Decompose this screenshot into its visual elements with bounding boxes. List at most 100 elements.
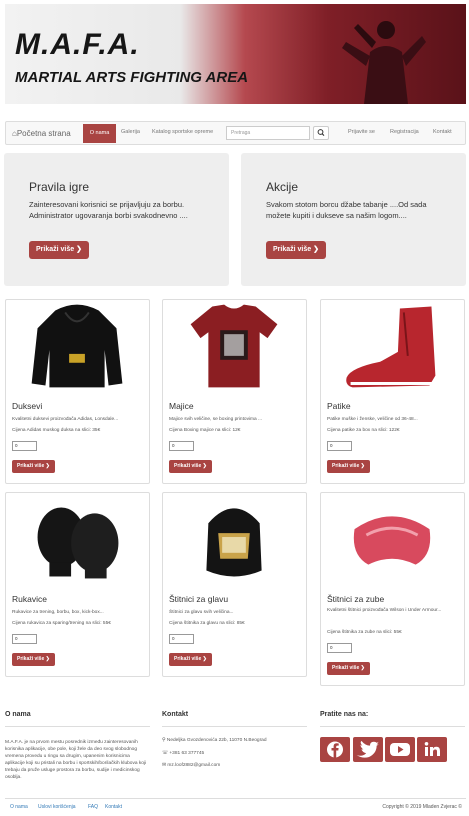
nav-item-about[interactable]: O nama <box>83 124 116 143</box>
fighter-image <box>342 21 426 104</box>
twitter-icon <box>356 740 379 758</box>
product-more-label: Prikaži više <box>332 665 360 671</box>
gloves-image <box>37 507 119 579</box>
linkedin-button[interactable] <box>417 737 447 762</box>
chevron-right-icon: ❯ <box>45 656 50 662</box>
product-desc: Kvalitetni duksevi proizvođača Adidas, L… <box>12 417 119 422</box>
product-more-button[interactable]: Prikaži više ❯ <box>12 653 55 666</box>
banner-subtitle: MARTIAL ARTS FIGHTING AREA <box>15 69 249 86</box>
nav-item-gallery[interactable]: Galerija <box>121 129 140 135</box>
product-more-label: Prikaži više <box>17 463 45 469</box>
product-more-button[interactable]: Prikaži više ❯ <box>169 653 212 666</box>
product-card-hoodies: Duksevi Kvalitetni duksevi proizvođača A… <box>5 299 150 484</box>
promo-panel: Akcije Svakom stotom borcu džabe tabanje… <box>241 153 466 286</box>
product-desc: Štitnici za glavu svih veličina... <box>169 610 234 615</box>
nav-item-contact[interactable]: Kontakt <box>433 129 452 135</box>
quantity-input[interactable]: 0 <box>327 441 352 451</box>
quantity-input[interactable]: 0 <box>12 634 37 644</box>
rules-title: Pravila igre <box>29 180 90 194</box>
promo-more-button[interactable]: Prikaži više ❯ <box>266 241 326 259</box>
product-card-mouthguard: Štitnici za zube Kvalitetni štitnici pro… <box>320 492 465 686</box>
youtube-button[interactable] <box>385 737 415 762</box>
nav-item-login[interactable]: Prijavite se <box>348 129 375 135</box>
nav-home-link[interactable]: ⌂Početna strana <box>12 129 71 138</box>
chevron-right-icon: ❯ <box>360 463 365 469</box>
divider <box>162 726 307 727</box>
product-price: Cijena Adidas muskog duksa na slici: 35€ <box>12 428 101 433</box>
hoodie-image <box>31 304 123 388</box>
product-title: Štitnici za zube <box>327 594 385 604</box>
quantity-input[interactable]: 0 <box>327 643 352 653</box>
twitter-button[interactable] <box>353 737 383 762</box>
chevron-right-icon: ❯ <box>202 463 207 469</box>
map-marker-icon: ⚲ <box>162 738 166 743</box>
bottom-link-terms[interactable]: Uslovi korišćenja <box>38 804 76 810</box>
product-more-button[interactable]: Prikaži više ❯ <box>327 662 370 675</box>
rules-text: Zainteresovani korisnici se prijavljuju … <box>29 200 188 220</box>
product-price: Cijena štitnika za zube na slici: 55€ <box>327 630 402 635</box>
product-more-label: Prikaži više <box>174 656 202 662</box>
product-more-button[interactable]: Prikaži više ❯ <box>169 460 212 473</box>
youtube-icon <box>390 743 410 756</box>
envelope-icon: ✉ <box>162 763 167 768</box>
footer-about-text: M.A.F.A. je na prvom mestu posrednik izm… <box>5 740 147 780</box>
footer-contact-title: Kontakt <box>162 711 189 718</box>
nav-item-register[interactable]: Registracija <box>390 129 419 135</box>
product-card-tshirts: Majice Majice svih veličine, se boxing p… <box>162 299 307 484</box>
quantity-input[interactable]: 0 <box>169 441 194 451</box>
chevron-right-icon: ❯ <box>360 665 365 671</box>
nav-home-label: Početna strana <box>16 129 71 138</box>
footer-follow-title: Pratite nas na: <box>320 711 369 718</box>
bottom-link-about[interactable]: O nama <box>10 804 28 810</box>
product-title: Majice <box>169 401 194 411</box>
phone-row: ☏ +381 63 377745 <box>162 750 204 757</box>
headgear-image <box>206 508 262 577</box>
divider <box>5 726 150 727</box>
navbar: ⌂Početna strana O nama Galerija Katalog … <box>5 121 466 145</box>
chevron-right-icon: ❯ <box>313 246 319 253</box>
banner-title: M.A.F.A. <box>15 28 140 61</box>
phone-text: +381 63 377745 <box>169 751 205 756</box>
address-text: Nedeljka Gvozdenovića 22b, 11070 N.Beogr… <box>166 738 267 743</box>
product-more-label: Prikaži više <box>174 463 202 469</box>
chevron-right-icon: ❯ <box>202 656 207 662</box>
bottom-link-faq[interactable]: FAQ <box>88 804 98 810</box>
tshirt-image <box>190 304 278 388</box>
product-title: Patike <box>327 401 351 411</box>
bottom-bar: O nama Uslovi korišćenja FAQ Kontakt Cop… <box>5 798 466 813</box>
facebook-button[interactable] <box>320 737 350 762</box>
rules-more-button[interactable]: Prikaži više ❯ <box>29 241 89 259</box>
email-text[interactable]: mz.loof2882@gmail.com <box>167 763 220 768</box>
product-more-label: Prikaži više <box>17 656 45 662</box>
divider <box>320 726 465 727</box>
bottom-link-contact[interactable]: Kontakt <box>105 804 122 810</box>
address-row: ⚲ Nedeljka Gvozdenovića 22b, 11070 N.Beo… <box>162 737 267 744</box>
boxing-shoe-image <box>346 306 436 388</box>
product-desc: Rukavice za trening, borbu, box, kick-bo… <box>12 610 104 615</box>
product-price: Cijena štitnika za glavu na slici: 85€ <box>169 621 245 626</box>
search-input[interactable]: Pretraga <box>226 126 310 140</box>
product-more-button[interactable]: Prikaži više ❯ <box>327 460 370 473</box>
promo-more-label: Prikaži više <box>273 246 312 253</box>
product-card-shoes: Patike Patike muške i ženske, veličine o… <box>320 299 465 484</box>
product-title: Rukavice <box>12 594 47 604</box>
search-button[interactable] <box>313 126 329 140</box>
phone-icon: ☏ <box>162 751 168 756</box>
product-title: Štitnici za glavu <box>169 594 229 604</box>
rules-panel: Pravila igre Zainteresovani korisnici se… <box>4 153 229 286</box>
promo-title: Akcije <box>266 180 299 194</box>
search-icon <box>317 129 325 136</box>
product-desc: Patike muške i ženske, veličine od 36-48… <box>327 417 418 422</box>
product-card-headgear: Štitnici za glavu Štitnici za glavu svih… <box>162 492 307 677</box>
product-card-gloves: Rukavice Rukavice za trening, borbu, box… <box>5 492 150 677</box>
nav-item-catalog[interactable]: Katalog sportske opreme <box>152 129 213 135</box>
header-banner: M.A.F.A. MARTIAL ARTS FIGHTING AREA <box>5 4 466 104</box>
linkedin-icon <box>424 742 440 756</box>
quantity-input[interactable]: 0 <box>169 634 194 644</box>
mouthguard-image <box>353 516 431 565</box>
product-more-button[interactable]: Prikaži više ❯ <box>12 460 55 473</box>
quantity-input[interactable]: 0 <box>12 441 37 451</box>
product-desc: Majice svih veličine, se boxing printovi… <box>169 417 263 422</box>
product-price: Cijena rukavica za sparing/trening na sl… <box>12 621 111 626</box>
rules-more-label: Prikaži više <box>36 246 75 253</box>
